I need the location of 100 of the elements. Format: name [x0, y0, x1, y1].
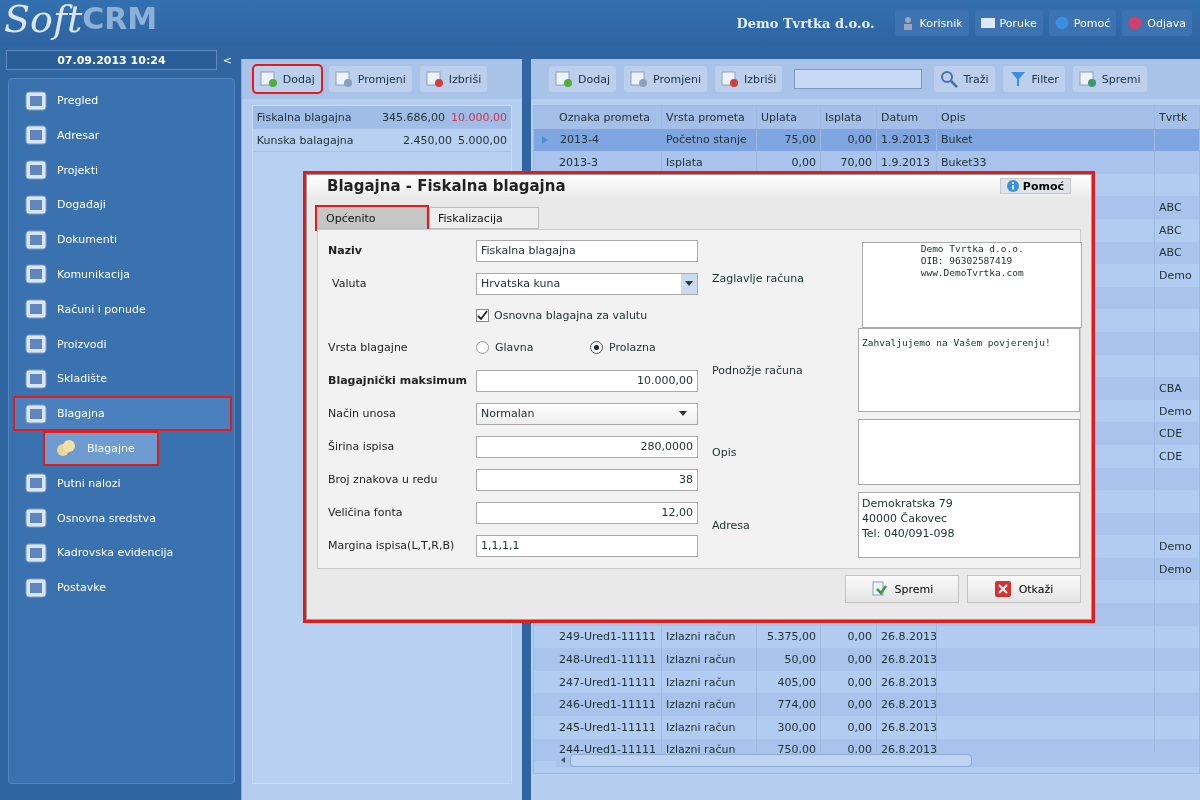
- cashbox-maximum: 10.000,00: [451, 110, 507, 124]
- text-area[interactable]: Zahvaljujemo na Vašem povjerenju!: [858, 328, 1080, 412]
- nav-item[interactable]: Putni nalozi: [15, 467, 230, 499]
- table-cell: Buket: [941, 133, 973, 147]
- table-cell: 0,00: [847, 653, 872, 667]
- field-label: Naziv: [328, 244, 363, 257]
- close-icon: [994, 581, 1011, 597]
- table-cell: 2013-4: [560, 133, 599, 147]
- header-button[interactable]: Odjava: [1122, 10, 1192, 36]
- horizontal-scrollbar[interactable]: [556, 753, 1199, 767]
- cashbox-name: Fiskalna blagajna: [256, 110, 353, 124]
- table-cell: CBA: [1159, 381, 1182, 395]
- table-cell: Demo: [1159, 404, 1192, 418]
- input-field[interactable]: 38: [476, 468, 698, 491]
- help-button[interactable]: Pomoć: [999, 178, 1071, 194]
- nav-item[interactable]: Dokumenti: [15, 224, 230, 256]
- dropdown-arrow-icon: [685, 281, 693, 286]
- cashbox-row[interactable]: Fiskalna blagajna 345.686,00 10.000,00: [252, 106, 511, 129]
- cashbox-row[interactable]: Kunska balagajna 2.450,00 5.000,00: [252, 129, 511, 152]
- nav-item[interactable]: Komunikacija: [15, 259, 230, 290]
- toolbar-button[interactable]: Promjeni: [624, 66, 707, 92]
- column-header[interactable]: Oznaka prometa: [555, 106, 662, 129]
- nav-item[interactable]: Projekti: [15, 154, 230, 186]
- info-icon: [1006, 180, 1019, 192]
- toolbar-button[interactable]: Dodaj: [549, 66, 616, 92]
- table-cell: Izlazni račun: [666, 653, 736, 667]
- column-header[interactable]: Tvrtk: [1155, 106, 1199, 129]
- table-cell: 750,00: [777, 743, 816, 757]
- header-button[interactable]: Korisnik: [894, 10, 969, 36]
- table-cell: 26.8.2013: [881, 675, 937, 689]
- toolbar-button[interactable]: Izbriši: [715, 66, 783, 92]
- delete-icon: [425, 70, 444, 88]
- field-label: Veličina fonta: [328, 506, 404, 519]
- tile-icon: [25, 194, 47, 215]
- tile-icon: [25, 334, 47, 355]
- table-cell: ABC: [1159, 201, 1182, 215]
- nav-item[interactable]: Računi i ponude: [15, 293, 230, 325]
- checkbox[interactable]: Osnovna blagajna za valutu: [476, 308, 648, 322]
- input-field[interactable]: 10.000,00: [476, 369, 698, 392]
- tab[interactable]: Općenito: [317, 207, 427, 229]
- table-cell: Izlazni račun: [666, 698, 736, 712]
- field-label: Opis: [712, 445, 738, 459]
- radio-label: Prolazna: [609, 340, 656, 354]
- combo-box[interactable]: Hrvatska kuna: [476, 272, 698, 295]
- nav-item[interactable]: Pregled: [15, 85, 230, 116]
- column-header[interactable]: Vrsta prometa: [662, 106, 757, 129]
- dropdown[interactable]: Normalan: [476, 402, 698, 425]
- search-field[interactable]: [794, 69, 923, 89]
- column-header[interactable]: Isplata: [821, 106, 877, 129]
- header-button[interactable]: Pomoć: [1048, 10, 1117, 36]
- nav-item[interactable]: Blagajna: [15, 398, 230, 430]
- text-area[interactable]: Demo Tvrtka d.o.o. OIB: 96302587419 www.DemoTvrtka.com: [862, 241, 1082, 328]
- table-cell: 26.8.2013: [881, 698, 937, 712]
- tile-icon: [25, 577, 47, 598]
- edit-icon: [630, 70, 648, 88]
- nav-item[interactable]: Kadrovska evidencija: [15, 537, 230, 569]
- funnel-icon: [1008, 70, 1027, 88]
- toolbar-button[interactable]: Spremi: [1072, 66, 1147, 92]
- column-header[interactable]: Opis: [937, 106, 1155, 129]
- field-label: Margina ispisa(L,T,R,B): [328, 539, 456, 552]
- mail-icon: [980, 16, 995, 30]
- header-button[interactable]: Poruke: [974, 10, 1043, 36]
- column-header[interactable]: Uplata: [757, 106, 821, 129]
- input-field[interactable]: 280,0000: [476, 435, 698, 458]
- input-field[interactable]: Fiskalna blagajna: [476, 239, 698, 262]
- tab[interactable]: Fiskalizacija: [429, 207, 539, 229]
- field-label: Broj znakova u redu: [328, 473, 439, 486]
- nav-item[interactable]: Adresar: [15, 119, 230, 151]
- tile-icon: [25, 229, 47, 250]
- table-cell: 75,00: [784, 133, 816, 147]
- toolbar-button[interactable]: Promjeni: [328, 66, 412, 92]
- field-label: Podnožje računa: [712, 363, 804, 377]
- text-area[interactable]: [858, 419, 1080, 485]
- table-cell: 774,00: [777, 698, 816, 712]
- toolbar-button[interactable]: Dodaj: [253, 66, 321, 92]
- nav-item[interactable]: Postavke: [15, 572, 230, 604]
- table-cell: 26.8.2013: [881, 743, 937, 757]
- cashbox-balance: 345.686,00: [382, 110, 445, 124]
- toolbar-button[interactable]: Filter: [1002, 66, 1065, 92]
- toolbar-button[interactable]: Traži: [934, 66, 995, 92]
- dialog-button[interactable]: Otkaži: [967, 575, 1081, 603]
- table-cell: Početno stanje: [666, 133, 747, 147]
- nav-item[interactable]: Osnovna sredstva: [15, 502, 230, 534]
- radio-button[interactable]: [476, 340, 489, 354]
- nav-item[interactable]: Proizvodi: [15, 328, 230, 360]
- input-field[interactable]: 1,1,1,1: [476, 534, 698, 557]
- table-cell: 300,00: [777, 720, 816, 734]
- info-icon: [1054, 16, 1069, 30]
- search-icon: [940, 70, 959, 88]
- table-cell: ABC: [1159, 246, 1182, 260]
- text-area[interactable]: Demokratska 79 40000 Čakovec Tel: 040/091-098: [858, 492, 1080, 558]
- nav-item[interactable]: Skladište: [15, 363, 230, 395]
- add-icon: [555, 70, 573, 88]
- column-header[interactable]: Datum: [877, 106, 937, 129]
- dialog-button[interactable]: Spremi: [845, 575, 959, 603]
- radio-button[interactable]: [590, 340, 603, 354]
- nav-item[interactable]: Događaji: [15, 189, 230, 221]
- input-field[interactable]: 12,00: [476, 501, 698, 524]
- toolbar-button[interactable]: Izbriši: [419, 66, 488, 92]
- date-time: 07.09.2013 10:24: [6, 50, 217, 70]
